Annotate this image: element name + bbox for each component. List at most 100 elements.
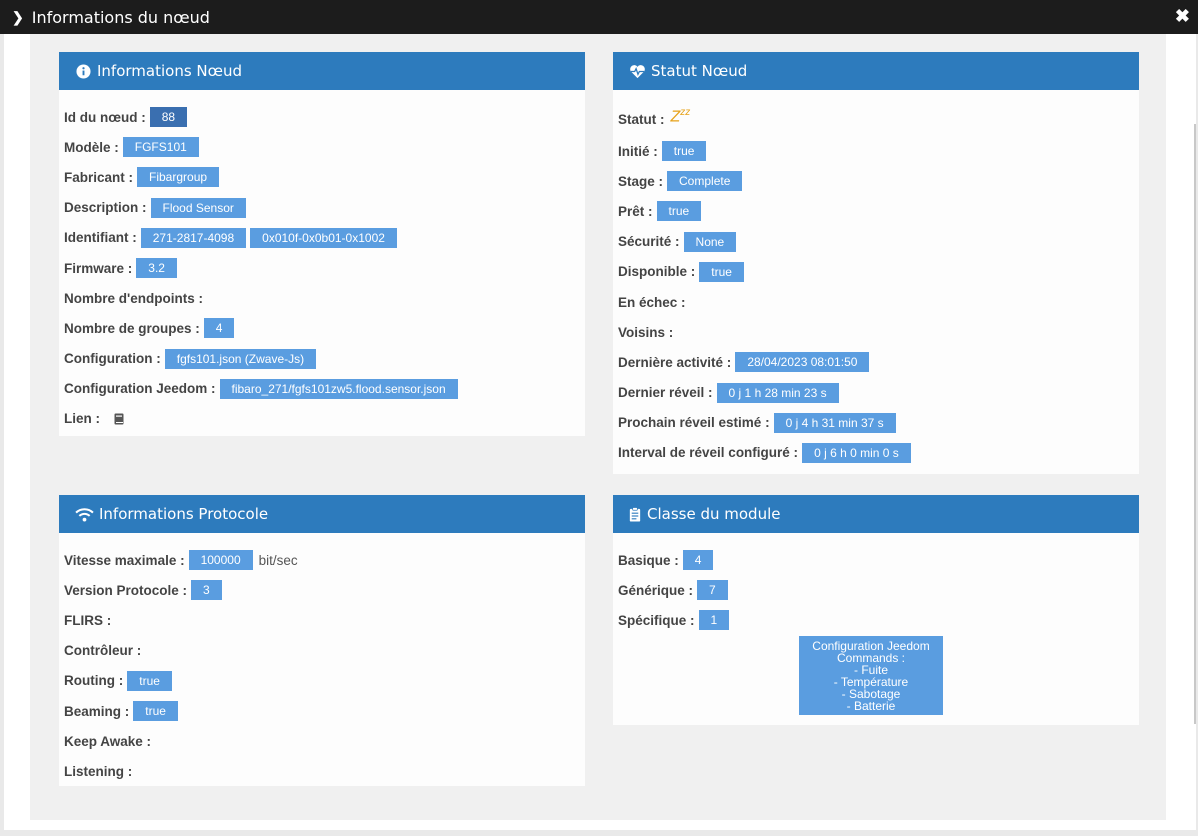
row-lien: Lien : <box>64 404 585 434</box>
row-interval-de-reveil-configure: Interval de réveil configuré :0 j 6 h 0 … <box>618 438 1139 468</box>
dialog-content: Informations Nœud Id du nœud :88 Modèle :… <box>4 34 1196 830</box>
module-class-body: Basique :4 Générique :7 Spécifique :1 <box>613 533 1139 636</box>
label-vitesse-maximale: Vitesse maximale : <box>64 552 185 568</box>
node-status-header: Statut Nœud <box>613 52 1139 90</box>
node-status-rows: Initié : true Stage : Complete Prêt : true Séc… <box>618 136 1139 468</box>
row-routing: Routing : true <box>64 666 585 696</box>
label-generique: Générique : <box>618 582 694 598</box>
label-controleur: Contrôleur : <box>64 643 142 659</box>
protocol-info-panel: Informations Protocole Vitesse maximale … <box>59 495 585 786</box>
row-fabricant: Fabricant : Fibargroup <box>64 162 585 192</box>
value-badge-identifiant: 271-2817-4098 <box>140 227 247 248</box>
row-disponible: Disponible : true <box>618 257 1139 287</box>
jeedom-config-box: Configuration Jeedom Commands :- Fuite - T… <box>799 636 943 715</box>
row-specifique: Spécifique :1 <box>618 605 1139 635</box>
row-id-du-n-ud: Id du nœud :88 <box>64 102 585 132</box>
label-id-du-n-ud: Id du nœud : <box>64 109 146 125</box>
value-badge-configuration: fgfs101.json (Zwave-Js) <box>164 348 317 369</box>
value-badge-generique: 7 <box>697 580 728 601</box>
protocol-info-header: Informations Protocole <box>59 495 585 533</box>
row-identifiant: Identifiant :271-2817-4098 0x010f-0x0b01-… <box>64 223 585 253</box>
row-dernier-reveil: Dernier réveil :0 j 1 h 28 min 23 s <box>618 378 1139 408</box>
row-pret: Prêt : true <box>618 196 1139 226</box>
value-badge-id-du-n-ud: 88 <box>149 107 188 128</box>
dialog-title: Informations du nœud <box>31 7 210 27</box>
label-keep-awake: Keep Awake : <box>64 733 152 749</box>
status-label: Statut : <box>618 111 665 127</box>
value-badge-beaming: true <box>133 701 178 722</box>
label-beaming: Beaming : <box>64 703 130 719</box>
clipboard-icon <box>628 505 642 523</box>
heartbeat-icon <box>628 62 646 80</box>
node-info-panel: Informations Nœud Id du nœud :88 Modèle :… <box>59 52 585 436</box>
node-status-body: Statut : Zzz Initié : true Stage : Complete… <box>613 90 1139 468</box>
row-initie: Initié : true <box>618 136 1139 166</box>
value-badge-stage: Complete <box>667 171 743 192</box>
row-flirs: FLIRS : <box>64 605 585 635</box>
value-badge-modele: FGFS101 <box>122 137 199 158</box>
label-securite: Sécurité : <box>618 234 680 250</box>
node-status-title: Statut Nœud <box>651 62 748 80</box>
label-basique: Basique : <box>618 552 679 568</box>
value-badge-fabricant: Fibargroup <box>137 167 220 188</box>
value-badge-nombre-de-groupes: 4 <box>203 318 235 339</box>
row-basique: Basique :4 <box>618 545 1139 575</box>
value-badge-identifiant: 0x010f-0x0b01-0x1002 <box>250 227 397 248</box>
label-listening: Listening : <box>64 763 133 779</box>
label-pret: Prêt : <box>618 203 653 219</box>
row-derniere-activite: Dernière activité :28/04/2023 08:01:50 <box>618 347 1139 377</box>
label-flirs: FLIRS : <box>64 612 112 628</box>
label-modele: Modèle : <box>64 139 119 155</box>
panels-container: Informations Nœud Id du nœud :88 Modèle :… <box>30 34 1166 820</box>
row-firmware: Firmware :3.2 <box>64 253 585 283</box>
row-listening: Listening : <box>64 756 585 786</box>
row-configuration-jeedom: Configuration Jeedom : fibaro_271/fgfs101… <box>64 374 585 404</box>
close-icon[interactable]: ✖ <box>1175 6 1190 27</box>
value-badge-specifique: 1 <box>698 610 730 631</box>
dialog-titlebar: ❯ Informations du nœud ✖ <box>0 0 1198 34</box>
sleeping-zz: zz <box>680 107 691 119</box>
value-badge-securite: None <box>683 231 737 252</box>
row-modele: Modèle : FGFS101 <box>64 132 585 162</box>
node-info-header: Informations Nœud <box>59 52 585 90</box>
row-voisins: Voisins : <box>618 317 1139 347</box>
label-configuration-jeedom: Configuration Jeedom : <box>64 381 216 397</box>
module-class-header: Classe du module <box>613 495 1139 533</box>
value-badge-routing: true <box>127 670 172 691</box>
label-firmware: Firmware : <box>64 260 133 276</box>
row-nombre-d-endpoints: Nombre d'endpoints : <box>64 283 585 313</box>
config-line: - Batterie <box>846 699 896 713</box>
book-icon[interactable] <box>114 413 124 425</box>
module-class-title: Classe du module <box>647 505 781 523</box>
info-circle-icon <box>74 62 92 80</box>
row-version-protocole: Version Protocole :3 <box>64 575 585 605</box>
scrollbar[interactable] <box>1194 124 1196 724</box>
label-description: Description : <box>64 200 147 216</box>
row-en-echec: En échec : <box>618 287 1139 317</box>
value-badge-description: Flood Sensor <box>150 197 246 218</box>
row-vitesse-maximale: Vitesse maximale :100000 bit/sec <box>64 545 585 575</box>
row-securite: Sécurité : None <box>618 227 1139 257</box>
label-stage: Stage : <box>618 173 664 189</box>
unit-vitesse-maximale: bit/sec <box>258 552 298 568</box>
value-badge-vitesse-maximale: 100000 <box>188 550 253 571</box>
value-badge-prochain-reveil-estime: 0 j 4 h 31 min 37 s <box>773 412 896 433</box>
node-info-title: Informations Nœud <box>97 62 243 80</box>
value-badge-firmware: 3.2 <box>136 258 177 279</box>
row-stage: Stage : Complete <box>618 166 1139 196</box>
module-class-panel: Classe du module Basique :4 Générique :7 S… <box>613 495 1139 725</box>
protocol-info-title: Informations Protocole <box>99 505 269 523</box>
value-badge-dernier-reveil: 0 j 1 h 28 min 23 s <box>716 382 839 403</box>
label-voisins: Voisins : <box>618 324 674 340</box>
chevron-right-icon: ❯ <box>12 8 24 25</box>
row-configuration: Configuration : fgfs101.json (Zwave-Js) <box>64 344 585 374</box>
label-initie: Initié : <box>618 143 658 159</box>
row-description: Description : Flood Sensor <box>64 193 585 223</box>
row-controleur: Contrôleur : <box>64 636 585 666</box>
row-prochain-reveil-estime: Prochain réveil estimé :0 j 4 h 31 min 3… <box>618 408 1139 438</box>
sleeping-z: Z <box>670 108 681 126</box>
label-derniere-activite: Dernière activité : <box>618 354 732 370</box>
label-lien: Lien : <box>64 411 100 427</box>
value-badge-disponible: true <box>699 261 744 282</box>
label-configuration: Configuration : <box>64 351 161 367</box>
